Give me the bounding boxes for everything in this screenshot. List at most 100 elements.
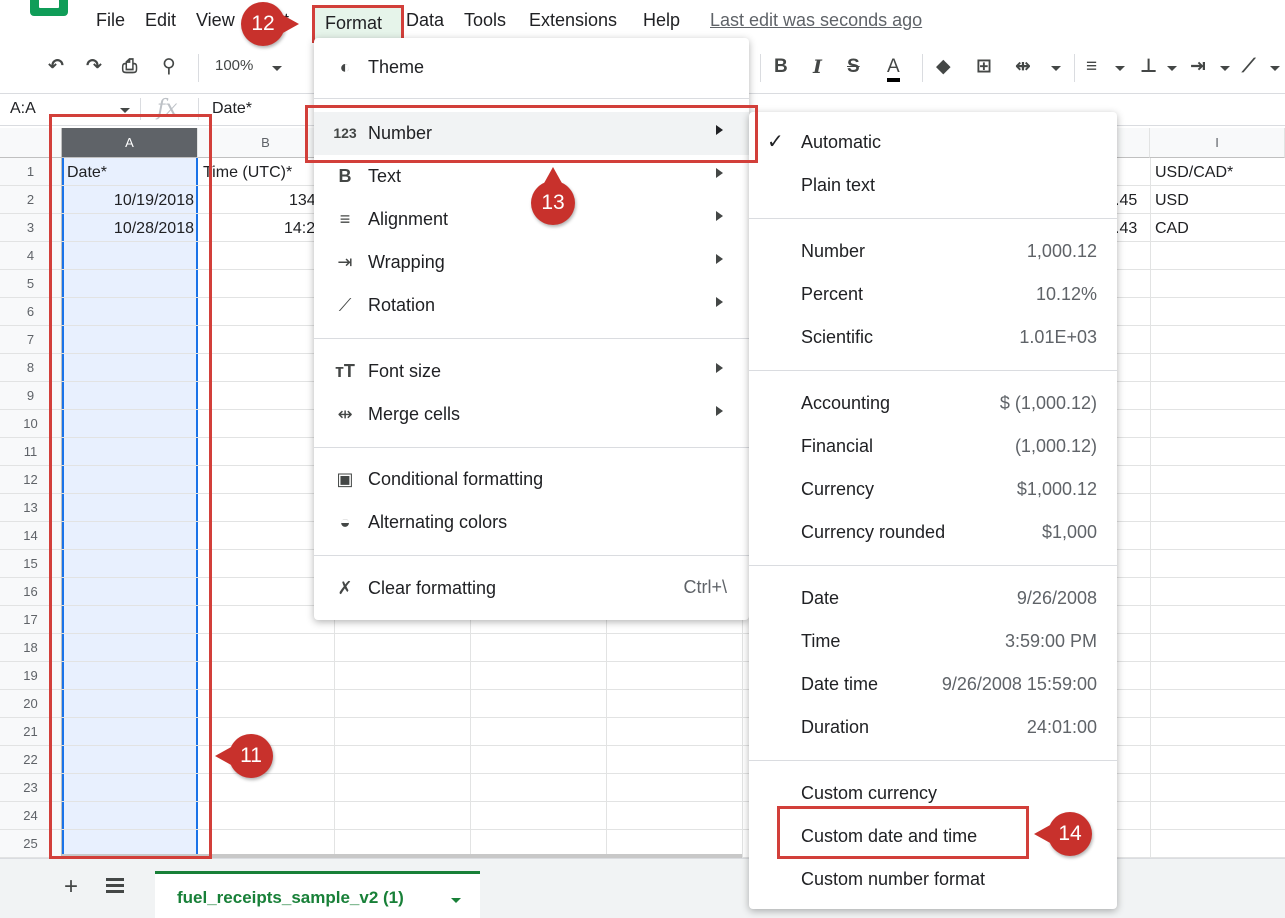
text-color-button[interactable]: A <box>887 56 900 82</box>
formula-input[interactable]: Date* <box>212 100 252 118</box>
sheet-tab-caret-icon[interactable] <box>451 898 461 903</box>
submenu-arrow-icon <box>716 363 723 373</box>
text-wrapping-icon[interactable]: ⇥ <box>1190 56 1206 78</box>
borders-icon[interactable]: ⊞ <box>976 56 992 78</box>
menu-conditional-formatting[interactable]: ▣ Conditional formatting <box>314 458 749 501</box>
menu-wrapping[interactable]: ⇥ Wrapping <box>314 241 749 284</box>
number-scientific[interactable]: Scientific 1.01E+03 <box>749 316 1117 359</box>
format-example: 10.12% <box>1035 284 1097 304</box>
number-duration[interactable]: Duration 24:01:00 <box>749 706 1117 749</box>
merge-caret-icon[interactable] <box>1051 66 1061 71</box>
paint-format-icon[interactable]: ⚲ <box>162 56 176 78</box>
menu-rotation[interactable]: ⟋ Rotation <box>314 284 749 327</box>
menu-label: Alignment <box>368 209 449 229</box>
menu-divider <box>749 370 1117 371</box>
number-custom-number-format[interactable]: Custom number format <box>749 858 1117 901</box>
step-badge-14: 14 <box>1034 812 1092 856</box>
format-example: 3:59:00 PM <box>1004 631 1097 651</box>
menu-clear-formatting[interactable]: ✗ Clear formatting Ctrl+\ <box>314 567 749 610</box>
cell-i1[interactable]: USD/CAD* <box>1155 159 1233 187</box>
menu-label: Font size <box>368 361 442 381</box>
number-financial[interactable]: Financial (1,000.12) <box>749 425 1117 468</box>
cell-b1[interactable]: Time (UTC)* <box>203 159 292 187</box>
number-currency-rounded[interactable]: Currency rounded $1,000 <box>749 511 1117 554</box>
menu-alternating-colors[interactable]: ◒ Alternating colors <box>314 501 749 544</box>
all-sheets-icon[interactable] <box>106 878 124 894</box>
menu-tools[interactable]: Tools <box>464 8 506 32</box>
wrap-caret-icon[interactable] <box>1220 66 1230 71</box>
rotation-icon: ⟋ <box>338 295 352 315</box>
menu-view[interactable]: View <box>196 8 235 32</box>
menu-label: Accounting <box>801 393 891 413</box>
horizontal-align-icon[interactable]: ≡ <box>1086 56 1097 78</box>
checkmark-icon: ✓ <box>767 131 784 153</box>
menu-file[interactable]: File <box>96 8 125 32</box>
highlight-number-menu <box>305 105 758 163</box>
undo-icon[interactable]: ↶ <box>48 56 64 78</box>
sheets-logo-icon[interactable] <box>30 0 68 16</box>
menu-label: Conditional formatting <box>368 469 544 489</box>
format-example: 9/26/2008 15:59:00 <box>941 674 1097 694</box>
menu-label: Plain text <box>801 175 876 195</box>
last-edit-link[interactable]: Last edit was seconds ago <box>710 8 922 32</box>
menu-divider <box>749 760 1117 761</box>
sheet-tab-active[interactable]: fuel_receipts_sample_v2 (1) <box>155 871 480 918</box>
column-header-i[interactable]: I <box>1150 128 1285 158</box>
fill-color-icon[interactable]: ◆ <box>936 56 951 78</box>
menu-label: Automatic <box>801 132 882 152</box>
add-sheet-button[interactable]: + <box>64 873 78 901</box>
number-automatic[interactable]: ✓ Automatic <box>749 121 1117 164</box>
italic-button[interactable]: I <box>813 56 822 78</box>
menu-help[interactable]: Help <box>643 8 680 32</box>
step-badge-13: 13 <box>531 167 575 225</box>
name-box-caret-icon[interactable] <box>120 108 130 113</box>
strikethrough-button[interactable]: S <box>847 56 860 78</box>
paint-roller-icon: ▣ <box>336 469 354 489</box>
submenu-arrow-icon <box>716 406 723 416</box>
toolbar-divider <box>760 54 761 82</box>
merge-icon: ⇹ <box>337 404 353 424</box>
cell-i3[interactable]: CAD <box>1155 215 1189 243</box>
format-example: 1.01E+03 <box>1019 327 1097 347</box>
sheet-tab-label: fuel_receipts_sample_v2 (1) <box>177 888 404 907</box>
menu-edit[interactable]: Edit <box>145 8 176 32</box>
menu-font-size[interactable]: ᴛT Font size <box>314 350 749 393</box>
number-percent[interactable]: Percent 10.12% <box>749 273 1117 316</box>
number-accounting[interactable]: Accounting $ (1,000.12) <box>749 382 1117 425</box>
number-currency[interactable]: Currency $1,000.12 <box>749 468 1117 511</box>
zoom-select[interactable]: 100% <box>215 57 253 74</box>
vertical-align-icon[interactable]: ⊥ <box>1140 56 1157 78</box>
text-rotation-icon[interactable]: ⟋ <box>1242 56 1255 78</box>
cell-i2[interactable]: USD <box>1155 187 1189 215</box>
menu-divider <box>749 565 1117 566</box>
menu-merge-cells[interactable]: ⇹ Merge cells <box>314 393 749 436</box>
number-plain-text[interactable]: Plain text <box>749 164 1117 207</box>
number-time[interactable]: Time 3:59:00 PM <box>749 620 1117 663</box>
cell-h2[interactable]: .45 <box>1115 187 1137 215</box>
menu-label: Clear formatting <box>368 578 497 598</box>
number-number[interactable]: Number 1,000.12 <box>749 230 1117 273</box>
zoom-caret-icon[interactable] <box>272 66 282 71</box>
rotation-caret-icon[interactable] <box>1270 66 1280 71</box>
menu-extensions[interactable]: Extensions <box>529 8 617 32</box>
redo-icon[interactable]: ↷ <box>86 56 102 78</box>
menu-theme[interactable]: ◐ Theme <box>314 46 749 89</box>
valign-caret-icon[interactable] <box>1167 66 1177 71</box>
menu-label: Duration <box>801 717 870 737</box>
menu-data[interactable]: Data <box>406 8 444 32</box>
highlight-column-a <box>49 114 212 859</box>
merge-cells-icon[interactable]: ⇹ <box>1015 56 1031 78</box>
cell-b3[interactable]: 14:2 <box>284 215 315 243</box>
menu-label: Rotation <box>368 295 436 315</box>
bold-button[interactable]: B <box>774 56 788 78</box>
number-date[interactable]: Date 9/26/2008 <box>749 577 1117 620</box>
name-box[interactable]: A:A <box>10 100 36 118</box>
menubar: File Edit View t Format Data Tools Exten… <box>0 0 1285 43</box>
halign-caret-icon[interactable] <box>1115 66 1125 71</box>
menu-format[interactable]: Format <box>325 11 382 35</box>
cell-h3[interactable]: .43 <box>1115 215 1137 243</box>
print-icon[interactable]: ⎙ <box>122 56 137 78</box>
column-gridline <box>1150 158 1151 858</box>
cell-b2[interactable]: 134 <box>289 187 316 215</box>
number-date-time[interactable]: Date time 9/26/2008 15:59:00 <box>749 663 1117 706</box>
